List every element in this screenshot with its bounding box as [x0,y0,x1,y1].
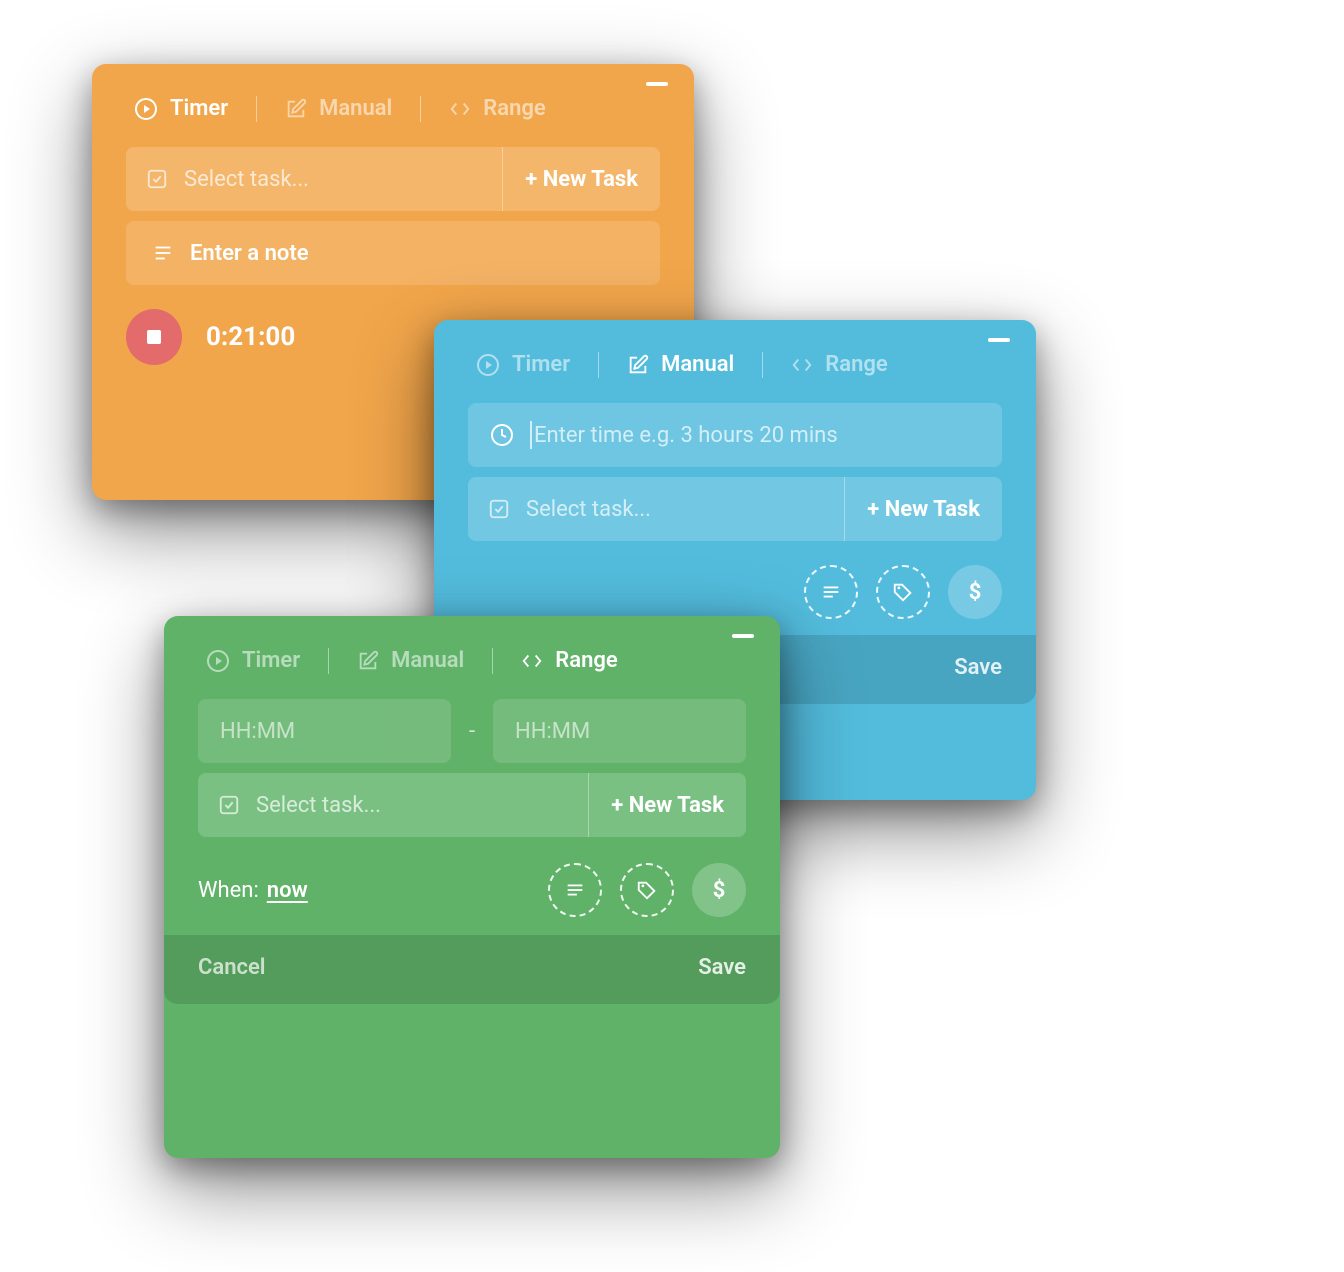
new-task-label: + New Task [867,497,980,522]
tab-manual[interactable]: Manual [277,92,400,125]
checkbox-icon [146,168,168,190]
new-task-button[interactable]: + New Task [502,147,660,211]
save-button[interactable]: Save [698,955,746,980]
mode-tabs: Timer Manual Range [164,616,780,689]
task-select-row: Select task... + New Task [468,477,1002,541]
note-button[interactable] [804,565,858,619]
range-icon [791,354,813,376]
note-placeholder: Enter a note [190,241,309,266]
edit-icon [285,98,307,120]
task-select-row: Select task... + New Task [126,147,660,211]
tab-manual-label: Manual [661,352,734,377]
cancel-button[interactable]: Cancel [198,955,266,980]
clock-icon [490,423,514,447]
range-separator: - [465,719,479,744]
play-circle-icon [134,97,158,121]
range-start-input[interactable]: HH:MM [198,699,451,763]
action-icons: $ [548,863,746,917]
dollar-icon: $ [969,580,982,605]
time-input[interactable]: Enter time e.g. 3 hours 20 mins [468,403,1002,467]
dollar-icon: $ [713,878,726,903]
tab-range[interactable]: Range [513,644,625,677]
tab-manual-label: Manual [319,96,392,121]
edit-icon [357,650,379,672]
minimize-button[interactable] [732,634,754,638]
card-footer: Cancel Save [164,935,780,1004]
tab-separator [598,352,599,378]
task-select-placeholder[interactable]: Select task... [526,497,651,522]
tab-timer[interactable]: Timer [198,644,308,677]
mode-tabs: Timer Manual Range [434,320,1036,393]
mode-tabs: Timer Manual Range [92,64,694,137]
tag-button[interactable] [620,863,674,917]
tab-timer[interactable]: Timer [468,348,578,381]
play-circle-icon [206,649,230,673]
range-card: Timer Manual Range HH:MM - [164,616,780,1158]
new-task-label: + New Task [611,793,724,818]
edit-icon [627,354,649,376]
when-value[interactable]: now [267,878,308,903]
tab-separator [762,352,763,378]
billable-button[interactable]: $ [692,863,746,917]
range-start-placeholder: HH:MM [220,719,295,744]
tab-manual[interactable]: Manual [349,644,472,677]
tab-separator [492,648,493,674]
range-end-placeholder: HH:MM [515,719,590,744]
note-lines-icon [564,879,586,901]
elapsed-time: 0:21:00 [206,322,295,352]
range-end-input[interactable]: HH:MM [493,699,746,763]
play-circle-icon [476,353,500,377]
tab-timer-label: Timer [512,352,570,377]
stop-icon [147,330,161,344]
text-cursor [530,421,532,449]
tag-icon [636,879,658,901]
new-task-label: + New Task [525,167,638,192]
time-input-placeholder: Enter time e.g. 3 hours 20 mins [534,423,838,448]
checkbox-icon [218,794,240,816]
task-select-row: Select task... + New Task [198,773,746,837]
billable-button[interactable]: $ [948,565,1002,619]
minimize-button[interactable] [646,82,668,86]
stop-button[interactable] [126,309,182,365]
checkbox-icon [488,498,510,520]
tab-range-label: Range [483,96,545,121]
minimize-button[interactable] [988,338,1010,342]
range-icon [521,650,543,672]
tab-range[interactable]: Range [441,92,553,125]
note-button[interactable] [548,863,602,917]
tab-separator [420,96,421,122]
note-lines-icon [820,581,842,603]
when-label: When: [198,878,259,903]
task-select-placeholder[interactable]: Select task... [184,167,309,192]
new-task-button[interactable]: + New Task [588,773,746,837]
save-button[interactable]: Save [954,655,1002,680]
note-lines-icon [152,242,174,264]
tag-icon [892,581,914,603]
tab-range-label: Range [555,648,617,673]
tab-timer-label: Timer [170,96,228,121]
tab-separator [328,648,329,674]
tab-timer-label: Timer [242,648,300,673]
tab-separator [256,96,257,122]
tab-range[interactable]: Range [783,348,895,381]
task-select-placeholder[interactable]: Select task... [256,793,381,818]
note-row[interactable]: Enter a note [126,221,660,285]
tab-range-label: Range [825,352,887,377]
tab-manual[interactable]: Manual [619,348,742,381]
new-task-button[interactable]: + New Task [844,477,1002,541]
tab-timer[interactable]: Timer [126,92,236,125]
time-range-row: HH:MM - HH:MM [198,699,746,763]
tab-manual-label: Manual [391,648,464,673]
when-row: When: now $ [164,847,780,935]
tag-button[interactable] [876,565,930,619]
range-icon [449,98,471,120]
